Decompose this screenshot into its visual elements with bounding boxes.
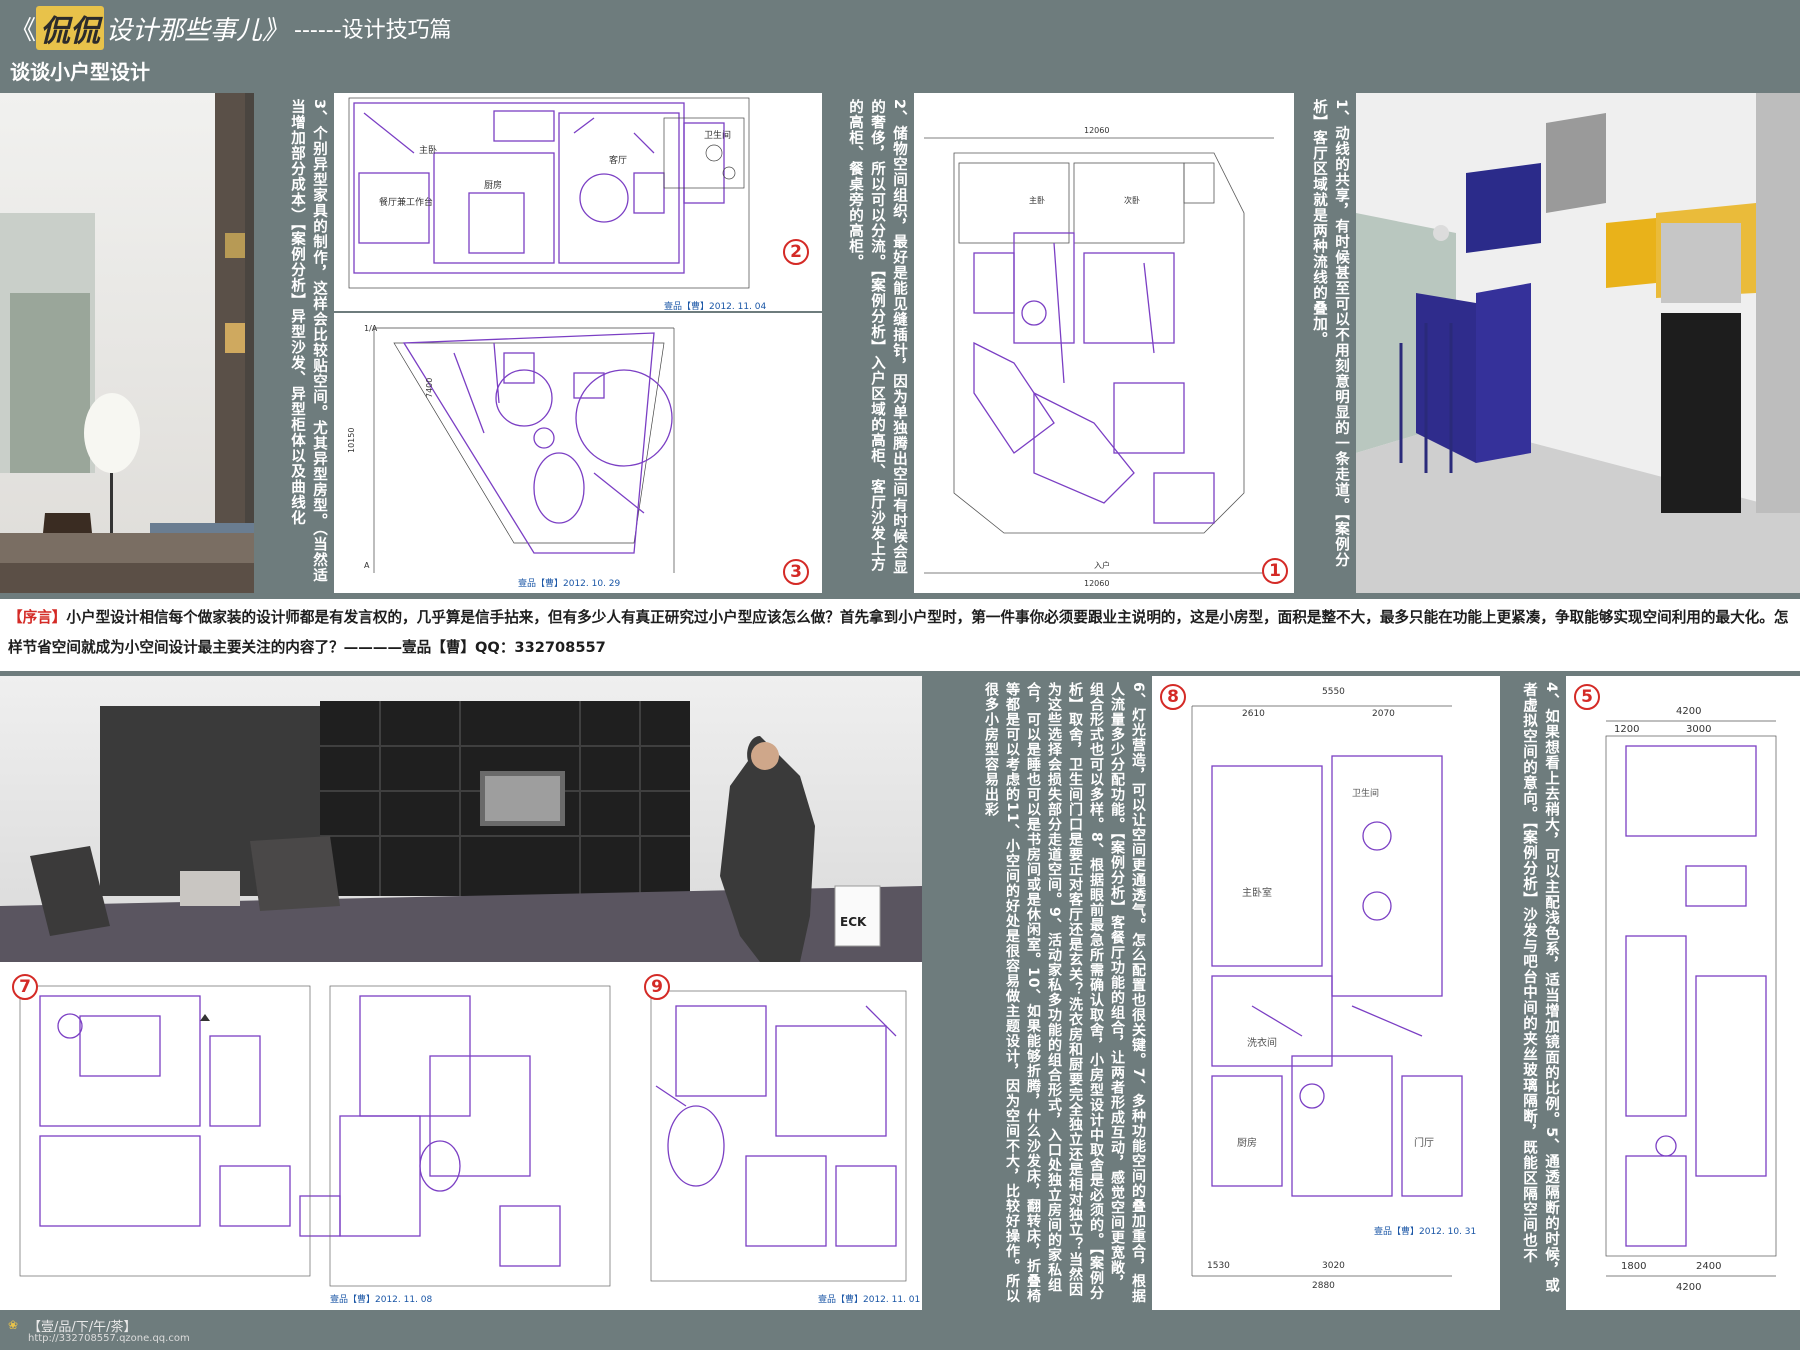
label-weisheng-8: 卫生间 [1352,787,1379,799]
caption-plan-8: 壹品【曹】2012. 10. 31 [1374,1227,1477,1237]
brand-logo: 侃侃 [36,6,105,50]
bottom-left-panel: ECK 7 壹品【曹】2012. 11. 08 9 壹品【曹】2012. 11.… [0,676,922,1310]
floor-plan-3: A 1/A 7400 10150 3 壹品【曹】2012. 10. 29 [334,313,822,593]
dim-8e: 3020 [1322,1261,1345,1271]
floor-plan-2: 餐厅兼工作台 主卧 厨房 客厅 卫生间 2 壹品【曹】2012. 11. 04 [334,93,822,311]
caption-plan-7: 壹品【曹】2012. 11. 08 [330,1295,433,1305]
label-zhuwo-1: 主卧 [1029,195,1045,205]
bookshelf-render: ECK [0,676,922,962]
dim-8f: 2880 [1312,1281,1335,1291]
dim-5c: 3000 [1686,724,1711,735]
living-room-photo [0,93,254,593]
dim-1b: 12060 [1084,579,1109,588]
preface-label: 【序言】 [8,609,67,626]
dim-8a: 5550 [1322,687,1345,697]
dim-3b: 10150 [347,428,356,453]
dim-8b: 2610 [1242,709,1265,719]
preface-strip: 【序言】小户型设计相信每个做家装的设计师都是有发言权的，几乎算是信手拈来，但有多… [0,599,1800,671]
label-canting: 餐厅兼工作台 [379,196,433,208]
floor-plan-5: 4200 1200 3000 1800 2400 4200 5 [1566,676,1800,1310]
floor-plan-7: 7 壹品【曹】2012. 11. 08 [0,966,630,1310]
marker-9: 9 [644,974,670,1000]
dim-3a: 7400 [425,378,434,398]
marker-1: 1 [1262,558,1288,584]
footer-logo-icon: ❀ [8,1318,19,1332]
footer-url[interactable]: http://332708557.qzone.qq.com [28,1333,190,1344]
marker-2: 2 [783,239,809,265]
dim-8d: 1530 [1207,1261,1230,1271]
label-xiyijian: 洗衣间 [1247,1036,1277,1049]
header: 《 侃侃 设计那些事儿》 ------设计技巧篇 谈谈小户型设计 [0,0,1800,90]
floor-plan-1: 主卧 次卧 入户 12060 12060 1 [914,93,1294,593]
label-weishengjian: 卫生间 [704,129,731,141]
title-line: 《 侃侃 设计那些事儿》 ------设计技巧篇 [10,6,452,50]
dim-5f: 4200 [1676,1282,1701,1293]
tip-2-text: 2、储物空间组织，最好是能见缝插针，因为单独腾出空间有时候会显的奢侈，所以可以分… [822,93,914,593]
preface-text: 小户型设计相信每个做家装的设计师都是有发言权的，几乎算是信手拈来，但有多少人有真… [8,609,1789,656]
svg-text:A: A [364,561,370,570]
label-ruhu-1: 入户 [1094,560,1110,570]
footer: ❀ 【壹/品/下/午/茶】 http://332708557.qzone.qq.… [0,1312,1800,1350]
marker-3: 3 [783,559,809,585]
dim-1a: 12060 [1084,126,1109,135]
marker-8: 8 [1160,684,1186,710]
page-heading: 谈谈小户型设计 [10,60,150,84]
dim-8c: 2070 [1372,709,1395,719]
dim-5a: 4200 [1676,706,1701,717]
label-keting: 客厅 [609,154,627,166]
title-open-bracket: 《 [10,15,37,46]
title-rest: 设计那些事儿》 [106,15,289,46]
floor-plan-9: 9 壹品【曹】2012. 11. 01 [636,966,922,1310]
kitchen-render [1356,93,1800,593]
caption-plan-2: 壹品【曹】2012. 11. 04 [664,302,767,311]
caption-plan-9: 壹品【曹】2012. 11. 01 [818,1295,921,1305]
marker-5: 5 [1574,684,1600,710]
dim-5b: 1200 [1614,724,1639,735]
caption-plan-3: 壹品【曹】2012. 10. 29 [518,579,621,589]
tip-1-text: 1、动线的共享，有时候甚至可以不用刻意明显的一条走道。【案例分析】客厅区域就是两… [1294,93,1356,593]
label-ciwo-1: 次卧 [1124,195,1140,205]
tip-3-text: 3、个别异型家具的制作，这样会比较贴空间。尤其异型房型。（当然适当增加部分成本）… [254,93,334,593]
marker-7: 7 [12,974,38,1000]
label-zhuwo: 主卧 [419,144,437,156]
floor-plan-8: 5550 2610 2070 1530 3020 2880 主卧室 卫生间 洗衣… [1152,676,1500,1310]
svg-text:1/A: 1/A [364,324,378,333]
subtitle: ------设计技巧篇 [294,18,452,43]
label-zhuwoshi: 主卧室 [1242,886,1272,899]
label-chufang: 厨房 [484,179,502,191]
tip-6-11-text: 6、灯光营造，可以让空间更通透气。怎么配置也很关键。7、多种功能空间的叠加重合，… [922,676,1152,1310]
label-chufang-8: 厨房 [1237,1136,1257,1149]
dim-5e: 2400 [1696,1261,1721,1272]
dim-5d: 1800 [1621,1261,1646,1272]
label-menting: 门厅 [1414,1136,1434,1149]
tip-4-5-text: 4、如果想看上去稍大，可以主配浅色系，适当增加镜面的比例。5、通透隔断的时候，或… [1500,676,1566,1310]
svg-text:ECK: ECK [840,915,867,929]
